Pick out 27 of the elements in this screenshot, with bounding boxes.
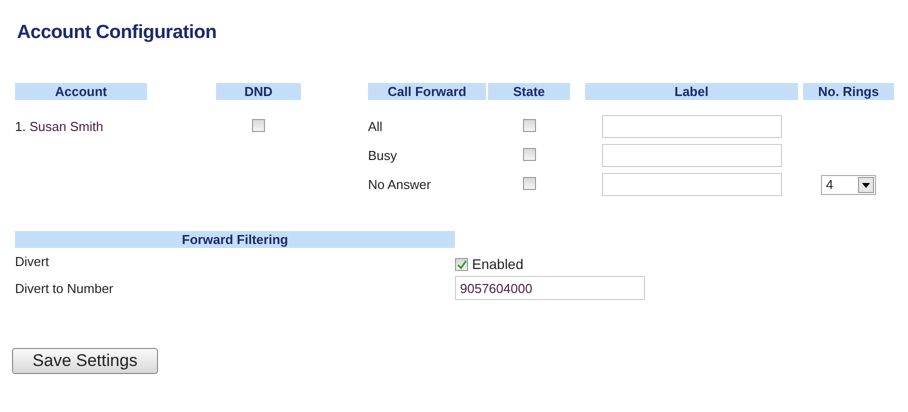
column-header: DND [216, 83, 301, 100]
account-name: 1. Susan Smith [15, 119, 104, 134]
column-header: Label [585, 83, 798, 100]
divert-checkbox[interactable] [455, 258, 468, 270]
caret-icon [858, 176, 874, 192]
rings-select[interactable]: 4 [821, 174, 876, 194]
column-header: Call Forward [368, 83, 486, 100]
field-label: Divert [15, 254, 50, 271]
label-field[interactable] [602, 144, 782, 167]
field-label: Divert to Number [15, 280, 114, 296]
label-field[interactable] [602, 173, 782, 196]
label-field[interactable] [602, 115, 782, 138]
forward-type: No Answer [368, 177, 431, 192]
checkbox-label: Enabled [472, 256, 524, 272]
state-checkbox[interactable] [522, 118, 536, 132]
column-header: No. Rings [803, 83, 894, 100]
forward-type: All [368, 119, 382, 134]
number-field[interactable]: 9057604000 [455, 276, 645, 300]
save-button[interactable]: Save Settings [12, 348, 158, 374]
state-checkbox[interactable] [522, 176, 536, 190]
column-header: State [488, 83, 570, 100]
section-header: Forward Filtering [15, 231, 455, 248]
forward-type: Busy [368, 148, 397, 163]
state-checkbox[interactable] [522, 148, 536, 160]
dnd-checkbox[interactable] [252, 118, 265, 132]
page-title: Account Configuration [17, 22, 218, 44]
column-header: Account [15, 83, 147, 100]
